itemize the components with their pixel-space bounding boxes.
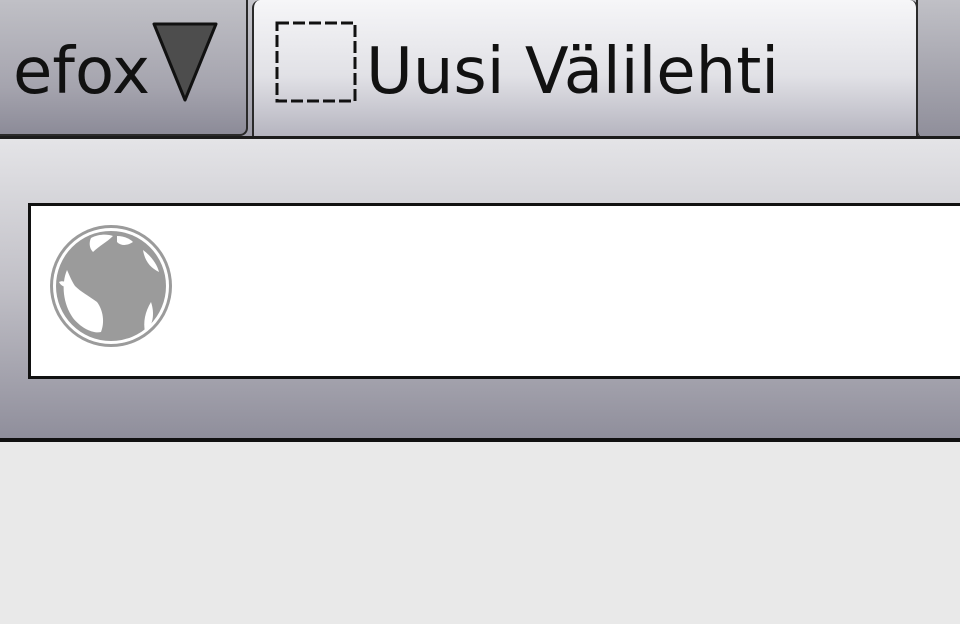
firefox-menu-label: efox <box>13 35 150 109</box>
url-input[interactable] <box>191 246 955 338</box>
page-content <box>0 442 960 624</box>
tab-partial[interactable] <box>916 0 960 138</box>
tab-new-tab[interactable]: Uusi Välilehti <box>252 0 918 138</box>
tab-strip: efox Uusi Välilehti <box>0 0 960 140</box>
globe-icon[interactable] <box>47 222 175 350</box>
blank-page-icon <box>275 21 357 103</box>
url-bar[interactable] <box>28 203 960 379</box>
tab-title: Uusi Välilehti <box>366 35 780 109</box>
dropdown-triangle-icon <box>152 22 218 102</box>
browser-window: efox Uusi Välilehti <box>0 0 960 624</box>
firefox-menu-button[interactable]: efox <box>0 0 248 136</box>
